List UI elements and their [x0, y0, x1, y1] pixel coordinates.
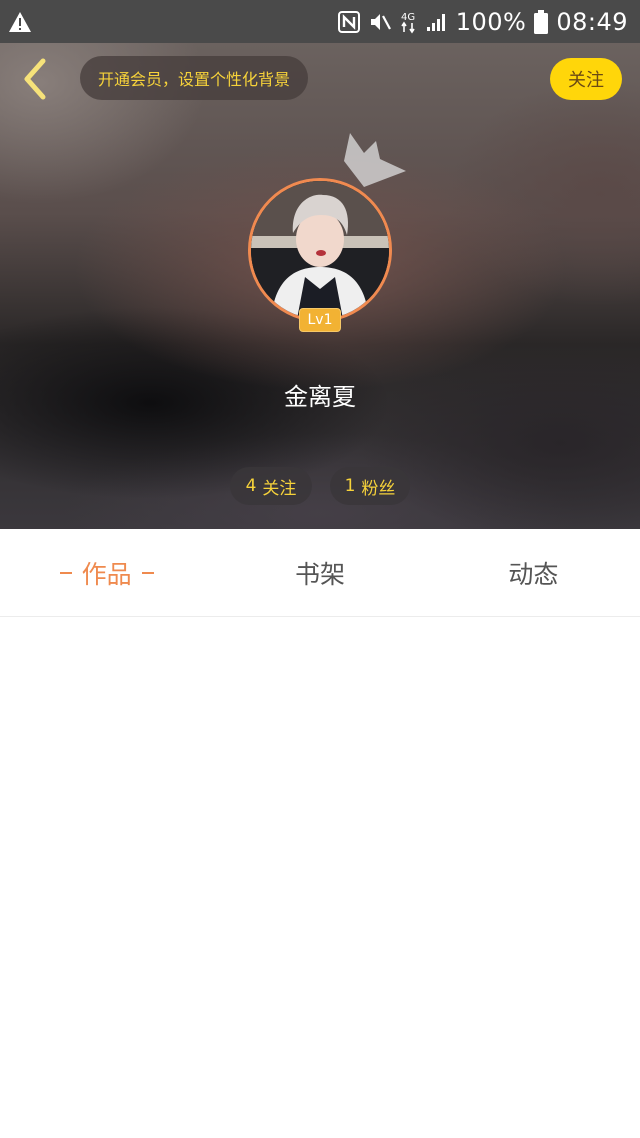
tab-works[interactable]: 作品	[0, 529, 213, 616]
tab-activity[interactable]: 动态	[427, 529, 640, 616]
avatar[interactable]	[248, 178, 392, 322]
profile-header: 开通会员，设置个性化背景 关注 Lv1 金离夏 4 关注 1 粉丝	[0, 43, 640, 529]
avatar-image	[251, 181, 389, 319]
follow-button[interactable]: 关注	[550, 58, 622, 100]
nfc-icon	[337, 10, 360, 33]
username: 金离夏	[284, 383, 356, 411]
chevron-left-icon	[24, 58, 46, 100]
network-4g-icon: 4G	[400, 10, 418, 34]
svg-text:4G: 4G	[401, 12, 415, 23]
tab-bar: 作品 书架 动态	[0, 529, 640, 617]
clock: 08:49	[556, 7, 628, 36]
fans-count: 1	[344, 476, 356, 496]
fans-label: 粉丝	[361, 478, 396, 499]
following-count-button[interactable]: 4 关注	[230, 467, 312, 505]
active-indicator-right	[141, 571, 154, 574]
tab-bookshelf[interactable]: 书架	[213, 529, 426, 616]
tab-bookshelf-label: 书架	[294, 559, 345, 589]
mute-icon	[368, 11, 392, 33]
status-bar: 4G 100% 08:49	[0, 0, 640, 43]
battery-percent: 100%	[455, 7, 527, 36]
following-label: 关注	[262, 478, 297, 499]
following-count: 4	[245, 476, 257, 496]
vip-background-banner[interactable]: 开通会员，设置个性化背景	[80, 56, 309, 100]
active-indicator-left	[59, 571, 72, 574]
battery-icon	[534, 9, 549, 34]
level-badge: Lv1	[299, 308, 341, 332]
warning-icon	[8, 11, 32, 33]
fans-count-button[interactable]: 1 粉丝	[330, 467, 410, 505]
crown-icon	[344, 133, 406, 187]
tab-works-label: 作品	[81, 559, 132, 589]
tab-content-area	[0, 618, 640, 1138]
signal-icon	[426, 12, 448, 32]
back-button[interactable]	[14, 55, 54, 103]
tab-activity-label: 动态	[508, 559, 559, 589]
